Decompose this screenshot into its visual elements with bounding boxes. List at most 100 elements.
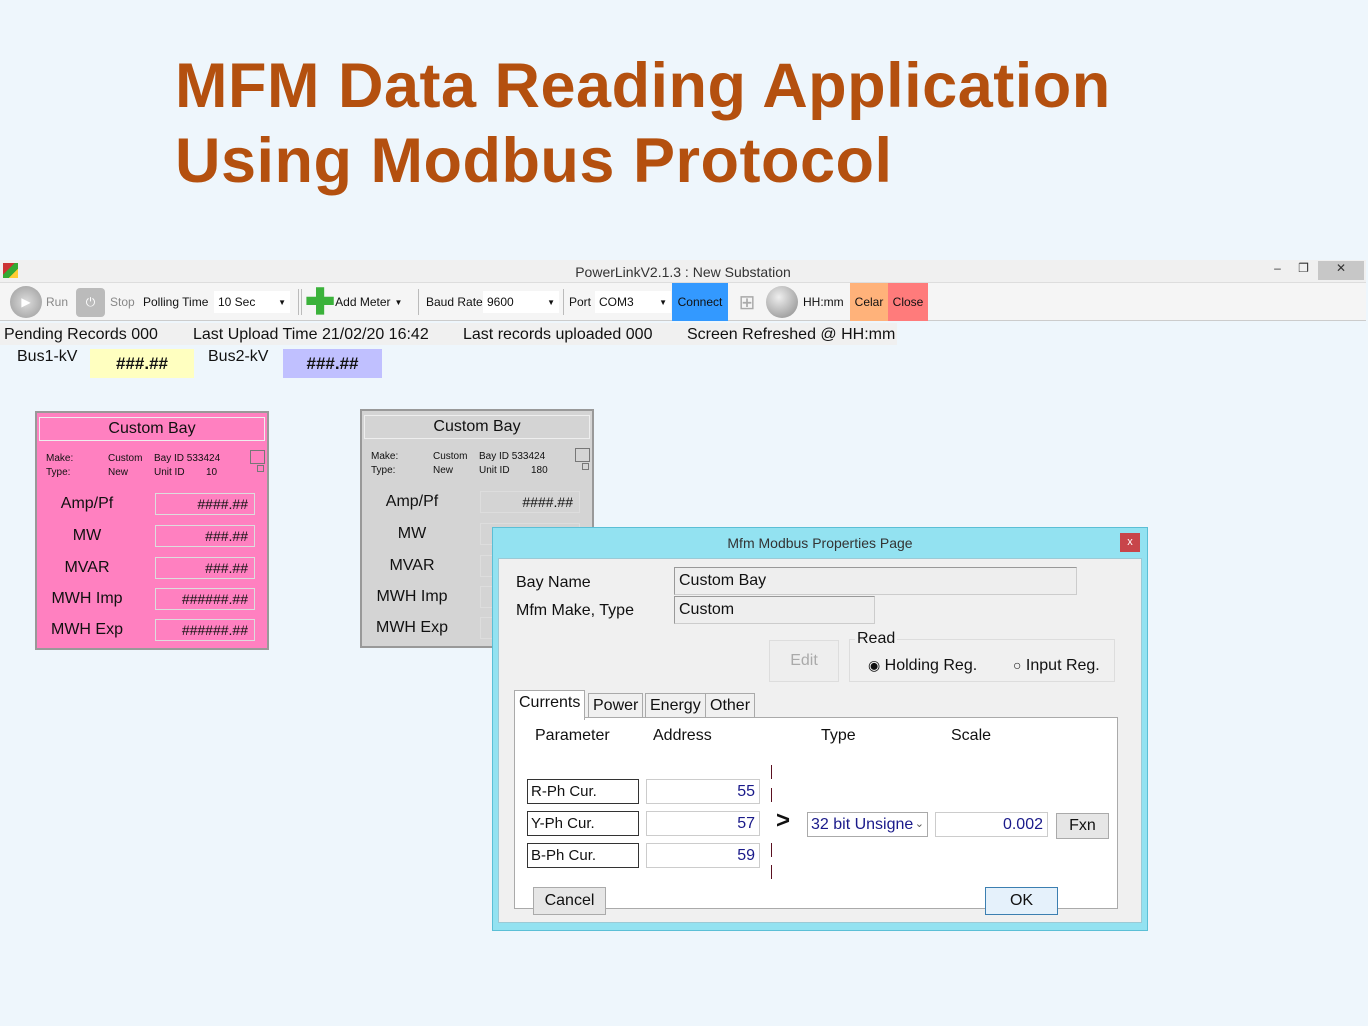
row-label: MWH Exp <box>51 621 123 638</box>
unit-id-value: 180 <box>531 465 548 476</box>
type-label: Type: <box>371 465 396 476</box>
polling-label: Polling Time <box>143 295 209 309</box>
header-address: Address <box>653 727 712 744</box>
power-icon: ⏻ <box>76 287 105 317</box>
dialog-title: Mfm Modbus Properties Page <box>727 535 913 551</box>
status-bar: Pending Records 000 Last Upload Time 21/… <box>0 323 897 345</box>
tab-power[interactable]: Power <box>588 693 644 719</box>
bay-name-label: Bay Name <box>516 574 591 591</box>
port-select[interactable]: COM3 ▼ <box>595 291 671 313</box>
run-label: Run <box>46 295 69 309</box>
parameter-field[interactable]: R-Ph Cur. <box>527 779 639 804</box>
tab-energy[interactable]: Energy <box>645 693 706 719</box>
holding-reg-radio[interactable]: ◉ Holding Reg. <box>868 657 977 675</box>
cancel-button[interactable]: Cancel <box>533 887 606 915</box>
time-display: HH:mm <box>803 295 844 309</box>
header-scale: Scale <box>951 727 992 744</box>
baud-select[interactable]: 9600 ▼ <box>483 291 559 313</box>
unit-id-label: Unit ID <box>479 465 510 476</box>
port-label: Port <box>569 295 592 309</box>
row-label: MWH Imp <box>51 590 123 607</box>
radio-checked-icon: ◉ <box>868 657 881 673</box>
clear-button[interactable]: Celar <box>850 283 888 321</box>
make-label: Make: <box>46 453 74 464</box>
parameter-field[interactable]: Y-Ph Cur. <box>527 811 639 836</box>
row-label: MWH Exp <box>376 619 448 636</box>
play-icon: ▶ <box>10 286 42 318</box>
row-label: MW <box>397 525 427 542</box>
header-type: Type <box>821 727 856 744</box>
tab-other[interactable]: Other <box>705 693 756 719</box>
read-label: Read <box>855 630 898 648</box>
run-button[interactable]: ▶ Run <box>10 283 68 321</box>
bay-title: Custom Bay <box>364 415 590 439</box>
row-value: ######.## <box>155 588 255 610</box>
connect-button[interactable]: Connect <box>672 283 728 321</box>
row-label: Amp/Pf <box>385 493 439 510</box>
make-value: Custom <box>108 453 143 464</box>
fxn-button[interactable]: Fxn <box>1056 813 1109 839</box>
row-label: MVAR <box>389 557 435 574</box>
bus1-label: Bus1-kV <box>17 348 78 365</box>
address-field[interactable]: 57 <box>646 811 760 836</box>
plus-icon: ✚ <box>305 281 336 322</box>
chevron-down-icon: ⌄ <box>912 813 924 836</box>
type-label: Type: <box>46 467 71 478</box>
make-label: Make: <box>371 451 399 462</box>
checkbox[interactable] <box>250 450 265 464</box>
row-label: MW <box>72 527 102 544</box>
edit-button[interactable]: Edit <box>769 640 839 682</box>
checkbox[interactable] <box>575 448 590 462</box>
slide-title-line2: Using Modbus Protocol <box>175 126 893 196</box>
network-icon[interactable]: ⊞ <box>731 283 763 321</box>
tab-currents[interactable]: Currents <box>514 690 586 720</box>
baud-value: 9600 <box>487 295 514 309</box>
add-meter-label: Add Meter <box>335 295 391 309</box>
bay-name-field[interactable]: Custom Bay <box>674 567 1077 595</box>
input-reg-radio[interactable]: ○ Input Reg. <box>1013 657 1100 675</box>
slide-title-line1: MFM Data Reading Application <box>175 51 1111 121</box>
row-label: Amp/Pf <box>60 495 114 512</box>
address-field[interactable]: 55 <box>646 779 760 804</box>
row-value: ####.## <box>480 491 580 513</box>
parameter-field[interactable]: B-Ph Cur. <box>527 843 639 868</box>
port-value: COM3 <box>599 295 634 309</box>
small-checkbox[interactable] <box>257 465 264 472</box>
make-value: Custom <box>433 451 468 462</box>
dialog-body: Bay Name Custom Bay Mfm Make, Type Custo… <box>498 558 1142 923</box>
pending-records: Pending Records 000 <box>4 326 158 343</box>
toolbar: ▶ Run ⏻ Stop Polling Time 10 Sec ▼ ✚ Add … <box>0 283 1366 321</box>
mfm-make-field[interactable]: Custom <box>674 596 875 624</box>
dropdown-icon: ▼ <box>278 297 286 307</box>
window-close-button[interactable]: ✕ <box>1318 261 1364 280</box>
bus2-value: ###.## <box>283 349 382 378</box>
address-field[interactable]: 59 <box>646 843 760 868</box>
stop-label: Stop <box>110 295 135 309</box>
holding-reg-label: Holding Reg. <box>884 657 978 674</box>
bay-id: Bay ID 533424 <box>154 453 221 464</box>
dialog-close-button[interactable]: x <box>1120 533 1140 552</box>
row-label: MWH Imp <box>376 588 448 605</box>
baud-label: Baud Rate <box>426 295 483 309</box>
bay-id: Bay ID 533424 <box>479 451 546 462</box>
globe-icon[interactable] <box>766 283 798 321</box>
bus1-value: ###.## <box>90 349 194 378</box>
scale-field[interactable]: 0.002 <box>935 812 1048 837</box>
row-value: ###.## <box>155 557 255 579</box>
modbus-properties-dialog: Mfm Modbus Properties Page x Bay Name Cu… <box>492 527 1148 931</box>
ok-button[interactable]: OK <box>985 887 1058 915</box>
dropdown-icon: ▼ <box>547 297 555 307</box>
stop-button[interactable]: ⏻ Stop <box>76 283 135 321</box>
add-meter-button[interactable]: ✚ Add Meter ▼ <box>305 283 402 321</box>
row-label: MVAR <box>64 559 110 576</box>
polling-value: 10 Sec <box>218 295 256 309</box>
bay-panel[interactable]: Custom Bay Make: Custom Bay ID 533424 Ty… <box>35 411 269 650</box>
window-title-bar: PowerLinkV2.1.3 : New Substation – ❐ ✕ <box>0 260 1366 283</box>
type-select[interactable]: 32 bit Unsigne ⌄ <box>807 812 928 837</box>
small-checkbox[interactable] <box>582 463 589 470</box>
row-value: ######.## <box>155 619 255 641</box>
type-value: New <box>433 465 454 476</box>
polling-select[interactable]: 10 Sec ▼ <box>214 291 290 313</box>
close-button[interactable]: Close <box>888 283 928 321</box>
type-value: New <box>108 467 129 478</box>
